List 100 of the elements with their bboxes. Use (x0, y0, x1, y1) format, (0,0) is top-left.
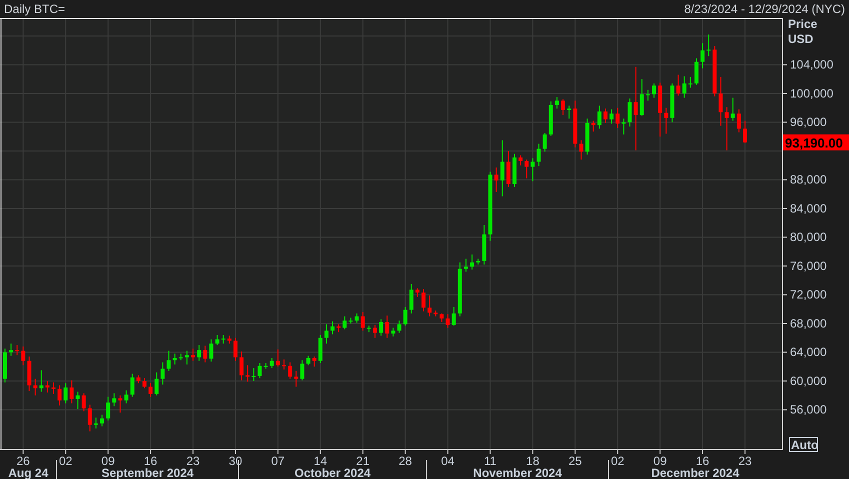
candlestick (270, 358, 274, 369)
candlestick (203, 345, 208, 363)
candlestick (440, 312, 444, 323)
candlestick (342, 316, 347, 330)
candlestick (622, 118, 626, 135)
candlestick (58, 384, 62, 406)
axis-label: 30 (228, 454, 242, 468)
axis-label: 07 (271, 454, 285, 468)
axis-label: 09 (653, 454, 667, 468)
auto-scale-button[interactable]: Auto (789, 437, 818, 452)
candlestick (422, 288, 426, 312)
candlestick (178, 353, 183, 361)
candlestick (252, 368, 256, 382)
candlestick (446, 314, 450, 328)
candlestick (500, 140, 504, 197)
candlestick (597, 105, 602, 130)
candlestick (360, 312, 365, 332)
candlestick (15, 344, 20, 356)
candlestick (652, 82, 656, 98)
candlestick (379, 318, 384, 336)
axis-label: 64,000 (790, 345, 827, 360)
candlestick (45, 380, 50, 393)
axis-label: 68,000 (790, 316, 827, 330)
candlestick (306, 355, 310, 366)
axis-label: 18 (526, 454, 540, 468)
candlestick (52, 382, 56, 394)
candlestick (27, 356, 32, 392)
candlestick (88, 404, 92, 432)
candlestick (464, 258, 468, 272)
axis-label: 28 (398, 454, 412, 468)
candlestick (215, 334, 220, 346)
candlestick (434, 310, 438, 317)
axis-label: 60,000 (790, 374, 827, 388)
candlestick (300, 360, 304, 381)
candlestick (403, 306, 408, 326)
axis-label: 25 (568, 454, 582, 468)
candlestick (385, 315, 390, 338)
candlestick (372, 324, 377, 338)
candlestick (616, 107, 620, 128)
axis-label: 104,000 (790, 58, 834, 72)
candlestick (415, 288, 420, 298)
axis-label: 96,000 (790, 115, 827, 130)
candlestick (366, 325, 371, 333)
candlestick (2, 348, 7, 383)
candlestick (530, 158, 535, 182)
candlestick (227, 335, 232, 344)
candlestick (724, 106, 729, 151)
candlestick (264, 362, 268, 370)
axis-label: 04 (441, 454, 454, 468)
last-price-tag: 93,190.00 (783, 134, 849, 150)
candlestick (172, 353, 177, 365)
candlestick (573, 100, 578, 148)
candlestick (603, 108, 608, 124)
candlestick (246, 364, 250, 382)
axis-label: 02 (610, 454, 624, 468)
candlestick (712, 46, 717, 97)
candlestick (100, 414, 104, 427)
month-label: November 2024 (473, 466, 562, 479)
candlestick (664, 107, 668, 134)
candlestick (197, 344, 202, 362)
candlestick (585, 118, 590, 156)
month-label: December 2024 (651, 466, 740, 479)
candlestick (336, 324, 341, 333)
candlestick (294, 370, 298, 388)
date-range: 8/23/2024 - 12/29/2024 (NYC) (684, 1, 845, 18)
candlestick (736, 108, 741, 133)
axis-label: 88,000 (790, 172, 827, 187)
candlestick (579, 140, 584, 160)
candlestick (397, 320, 402, 334)
candlestick (518, 154, 523, 166)
axis-label: 16 (144, 454, 158, 468)
candlestick (536, 143, 541, 167)
candlestick (148, 382, 153, 398)
candlestick (640, 78, 644, 116)
candlestick (658, 82, 662, 138)
candlestick (240, 351, 244, 381)
axis-label: 09 (101, 454, 115, 468)
candlestick (391, 327, 396, 337)
axis-label: 21 (356, 454, 370, 468)
candlestick (476, 258, 480, 266)
candlestick (567, 105, 572, 120)
candlestick (700, 42, 705, 69)
candlestick (506, 150, 510, 188)
candlestick (409, 283, 414, 314)
axis-label: 26 (16, 454, 30, 468)
candlestick (94, 417, 98, 429)
candlestick (191, 348, 196, 362)
candlestick (233, 337, 238, 362)
candlestick (494, 167, 498, 192)
candlestick (676, 74, 680, 96)
candlestick (512, 153, 516, 188)
axis-label: 72,000 (790, 288, 827, 302)
candlestick (76, 391, 80, 410)
axis-label: 56,000 (790, 402, 827, 417)
candlestick (330, 320, 335, 335)
candlestick (130, 373, 134, 398)
chart-title: Daily BTC= (4, 1, 66, 18)
candlestick (118, 394, 122, 414)
candlestick (221, 334, 226, 344)
candlestick (670, 82, 674, 123)
